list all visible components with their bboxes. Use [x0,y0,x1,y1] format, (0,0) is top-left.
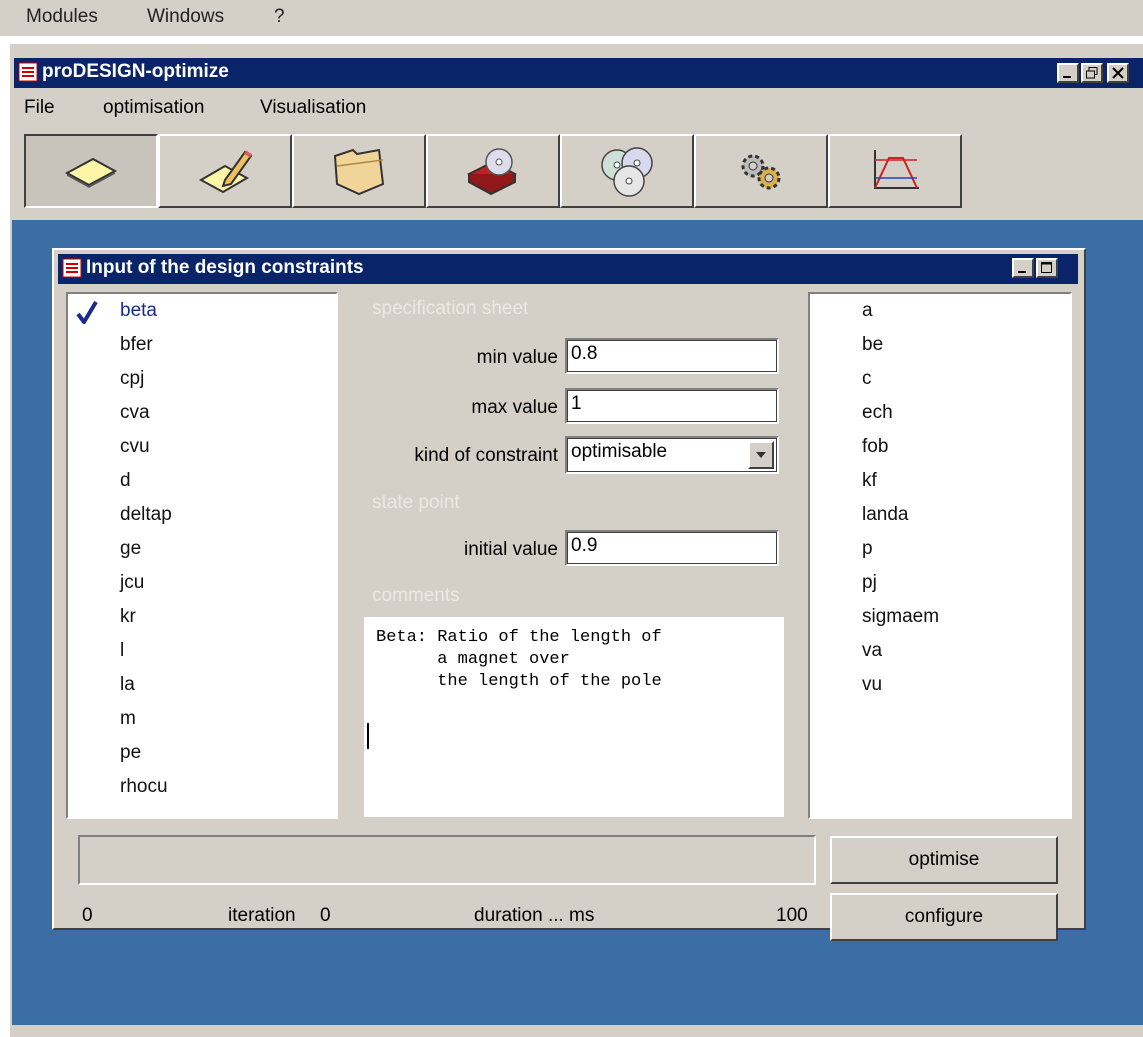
comments-section-label: comments [372,585,460,606]
list-item[interactable]: deltap [120,504,172,526]
restore-button[interactable] [1081,63,1103,83]
menu-modules[interactable]: Modules [26,6,98,28]
list-item[interactable]: sigmaem [862,606,939,628]
comments-textarea[interactable]: Beta: Ratio of the length of a magnet ov… [364,617,784,817]
dialog-maximize-button[interactable] [1036,258,1058,278]
minimize-icon [1063,76,1071,78]
progress-max-label: 100 [776,905,808,926]
list-item[interactable]: pj [862,572,877,594]
list-item[interactable]: cvu [120,436,150,458]
maximize-icon [1041,262,1052,273]
open-folder-icon [333,148,385,196]
list-item[interactable]: kf [862,470,877,492]
app-title: proDESIGN-optimize [42,61,229,82]
list-item[interactable]: d [120,470,131,492]
dialog-minimize-button[interactable] [1012,258,1034,278]
menu-file[interactable]: File [24,97,55,119]
toolbar-gears-button[interactable] [694,134,828,208]
min-value-field[interactable]: 0.8 [565,338,779,374]
edit-pencil-icon [198,150,253,194]
text-cursor [367,723,369,749]
list-item[interactable]: cva [120,402,150,424]
check-icon [76,300,98,330]
book-cd-icon [466,148,518,196]
toolbar-chart-button[interactable] [828,134,962,208]
initial-value-field[interactable]: 0.9 [565,530,779,566]
menu-optimisation[interactable]: optimisation [103,97,204,119]
gears-icon [741,154,781,190]
list-item[interactable]: l [120,640,124,662]
list-item[interactable]: rhocu [120,776,168,798]
toolbar-cds-button[interactable] [560,134,694,208]
optimise-button[interactable]: optimise [830,836,1058,884]
new-document-icon [64,157,118,188]
list-item[interactable]: a [862,300,873,322]
duration-text: duration ... ms [474,905,595,926]
initial-value-label: initial value [464,539,558,560]
top-menubar: Modules Windows ? [0,0,1143,36]
menu-visualisation[interactable]: Visualisation [260,97,366,119]
comments-text: Beta: Ratio of the length of a magnet ov… [376,628,662,691]
close-icon [1112,67,1124,79]
toolbar-open-button[interactable] [292,134,426,208]
list-item[interactable]: c [862,368,872,390]
toolbar-new-button[interactable] [24,134,158,208]
max-value-field[interactable]: 1 [565,388,779,424]
toolbar [10,130,1143,214]
app-icon [18,62,38,82]
dialog-icon [62,258,82,278]
list-item[interactable]: fob [862,436,888,458]
spec-section-label: specification sheet [372,298,529,319]
list-item[interactable]: jcu [120,572,144,594]
toolbar-edit-button[interactable] [158,134,292,208]
list-item-selected[interactable]: beta [120,300,157,322]
progress-min-label: 0 [82,905,93,926]
configure-button[interactable]: configure [830,893,1058,941]
list-item[interactable]: kr [120,606,136,628]
iteration-label: iteration [228,905,296,926]
menu-help[interactable]: ? [274,6,285,28]
chart-icon [874,150,919,189]
menu-windows[interactable]: Windows [147,6,224,28]
dialog-title: Input of the design constraints [86,257,364,278]
list-item[interactable]: p [862,538,873,560]
list-item[interactable]: ech [862,402,893,424]
multiple-cds-icon [601,147,653,197]
list-item[interactable]: be [862,334,883,356]
app-menubar: File optimisation Visualisation [10,92,1143,126]
list-item[interactable]: ge [120,538,141,560]
toolbar-book-button[interactable] [426,134,560,208]
kind-of-constraint-value: optimisable [571,441,668,462]
dropdown-button[interactable] [748,441,774,469]
chevron-down-icon [756,452,766,458]
minimize-button[interactable] [1057,63,1079,83]
iteration-value: 0 [320,905,331,926]
minimize-icon [1018,271,1026,273]
right-variable-list[interactable]: a be c ech fob kf landa p pj sigmaem va … [808,292,1072,819]
close-button[interactable] [1107,63,1129,83]
min-value-label: min value [476,347,558,368]
list-item[interactable]: m [120,708,136,730]
max-value-label: max value [471,397,558,418]
list-item[interactable]: bfer [120,334,153,356]
progress-bar [78,835,816,885]
list-item[interactable]: va [862,640,882,662]
list-item[interactable]: la [120,674,135,696]
list-item[interactable]: landa [862,504,909,526]
kind-of-constraint-select[interactable]: optimisable [565,436,779,474]
app-titlebar[interactable]: proDESIGN-optimize [14,58,1143,88]
list-item[interactable]: pe [120,742,141,764]
kind-of-constraint-label: kind of constraint [414,445,558,466]
list-item[interactable]: vu [862,674,882,696]
list-item[interactable]: cpj [120,368,144,390]
restore-icon [1086,67,1098,79]
state-section-label: state point [372,492,460,513]
dialog-titlebar[interactable]: Input of the design constraints [58,254,1078,284]
left-variable-list[interactable]: beta bfer cpj cva cvu d deltap ge jcu kr… [66,292,338,819]
